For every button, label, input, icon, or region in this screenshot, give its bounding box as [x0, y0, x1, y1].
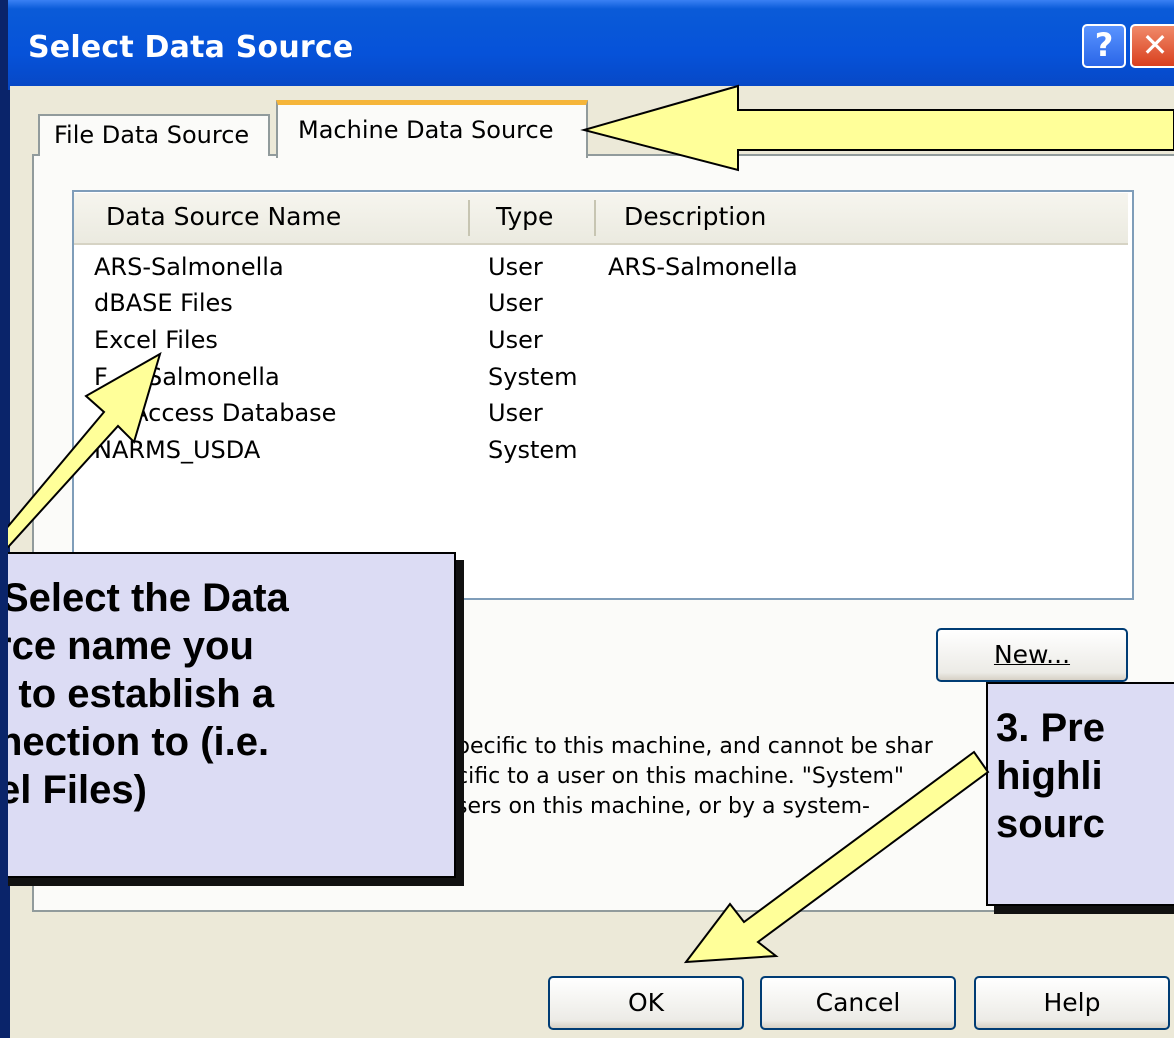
window-left-border	[0, 0, 8, 1038]
arrow-to-ok-button	[683, 750, 990, 964]
arrow-to-list-item	[0, 351, 162, 558]
annotation-arrows	[0, 84, 1174, 964]
arrow-to-machine-tab	[580, 84, 1174, 172]
